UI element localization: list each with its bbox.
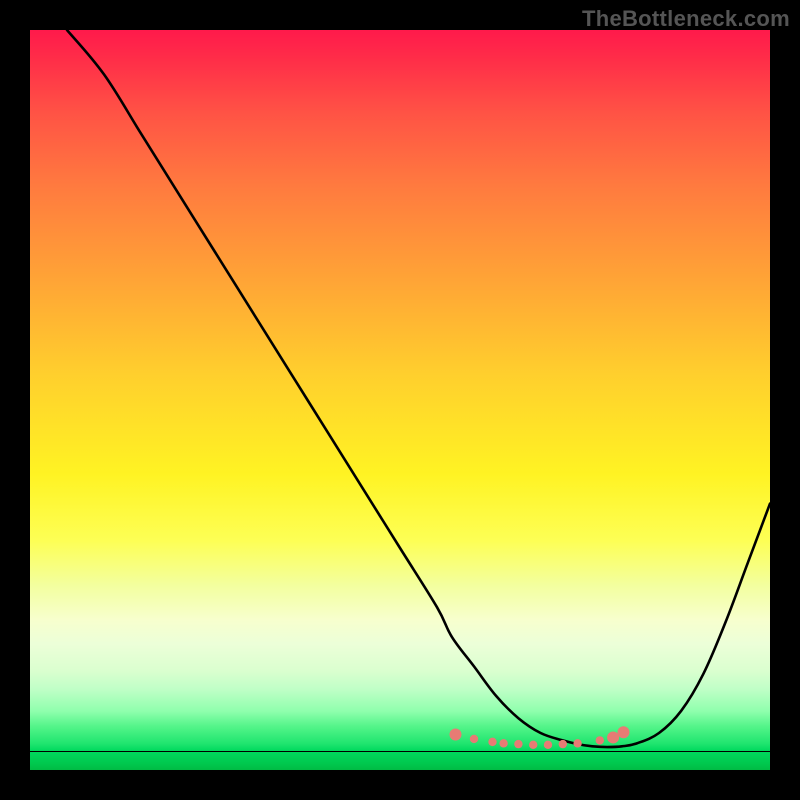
watermark-text: TheBottleneck.com (582, 6, 790, 32)
chart-beads (30, 30, 770, 770)
chart-plot-area (30, 30, 770, 770)
bead-point (499, 739, 507, 747)
bead-point (559, 740, 567, 748)
bead-point (470, 735, 478, 743)
bead-point (617, 726, 629, 738)
bead-point (450, 728, 462, 740)
bead-point (529, 741, 537, 749)
bead-point (596, 736, 604, 744)
bead-point (607, 731, 619, 743)
bead-point (514, 740, 522, 748)
bead-point (573, 739, 581, 747)
bead-point (488, 738, 496, 746)
bead-point (544, 741, 552, 749)
